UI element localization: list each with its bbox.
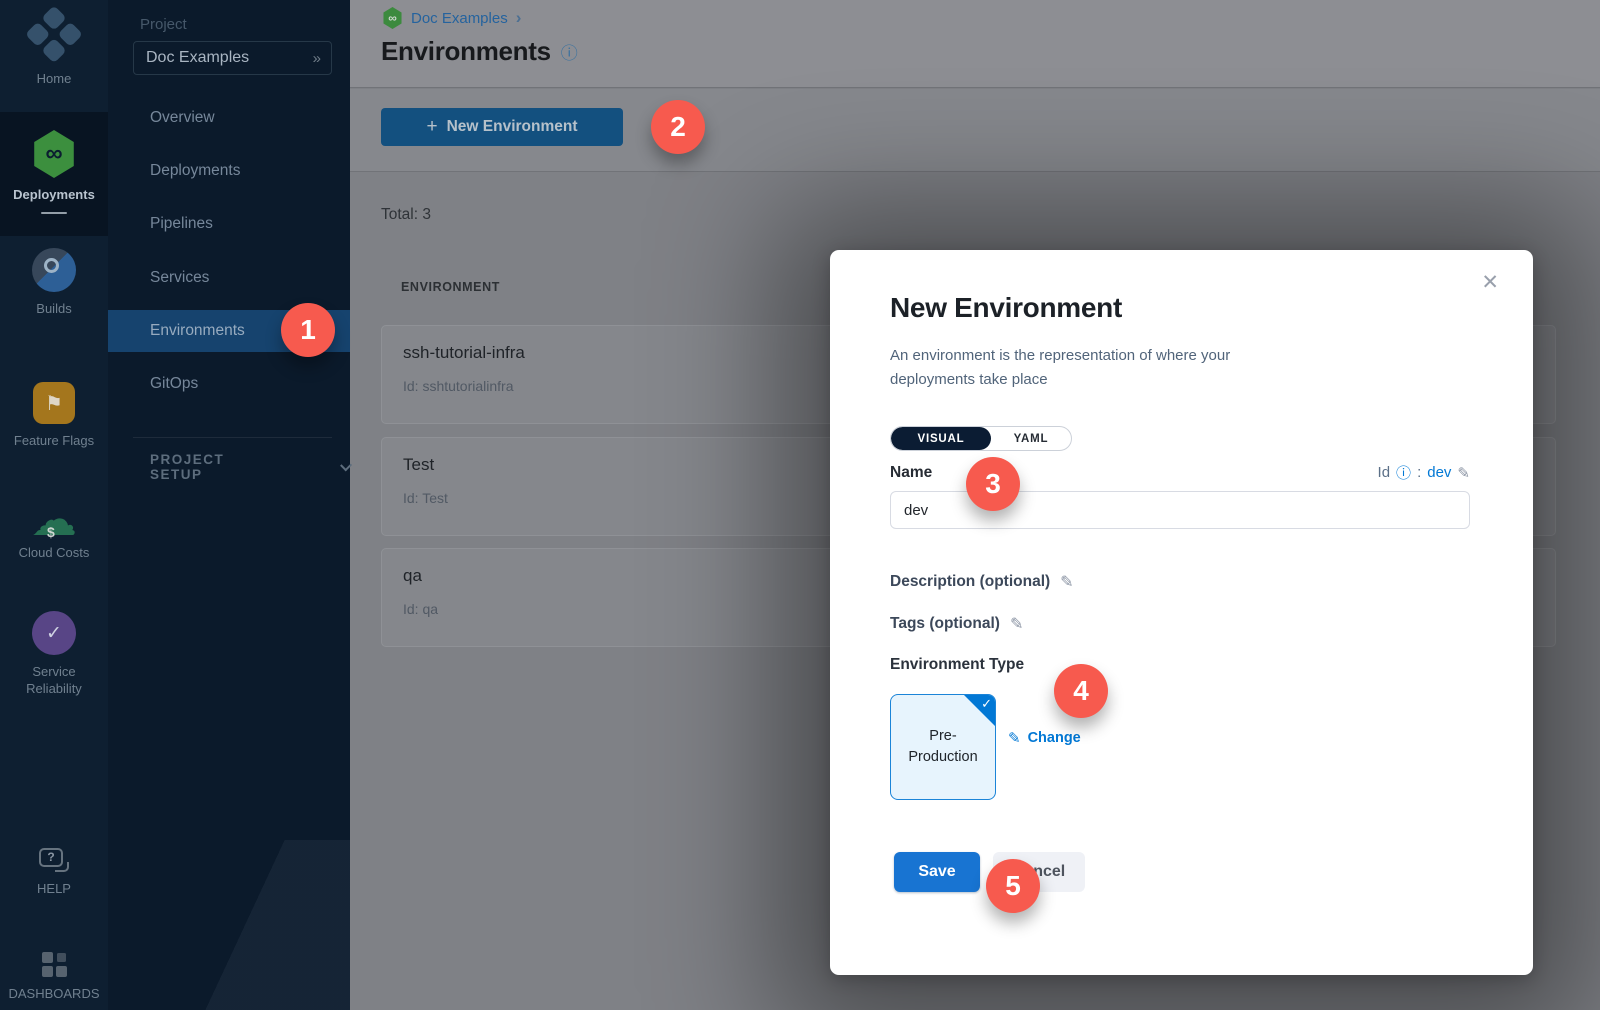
- rail-item-builds[interactable]: Builds: [0, 248, 108, 317]
- builds-icon: [32, 248, 76, 292]
- breadcrumb-separator-icon: ›: [516, 8, 522, 28]
- cloud-costs-icon: ☁$: [28, 500, 80, 542]
- new-environment-dialog: ✕ New Environment An environment is the …: [830, 250, 1533, 975]
- dialog-title: New Environment: [890, 292, 1122, 324]
- check-icon: ✓: [981, 696, 992, 712]
- annotation-badge-2: 2: [651, 100, 705, 154]
- app-screen: Home ∞ Deployments Builds ⚑ Feature Flag…: [0, 0, 1600, 1010]
- tab-visual[interactable]: VISUAL: [891, 427, 991, 450]
- tab-yaml[interactable]: YAML: [991, 427, 1071, 450]
- dashboards-icon: [42, 952, 67, 977]
- annotation-badge-1: 1: [281, 303, 335, 357]
- environment-id: Id: Test: [403, 490, 448, 506]
- dialog-subtitle: An environment is the representation of …: [890, 344, 1310, 392]
- expand-projects-icon: »: [313, 50, 319, 67]
- name-label: Name: [890, 464, 932, 482]
- environment-id: Id: qa: [403, 601, 438, 617]
- entity-id-line: Id ⓘ : dev ✎: [1378, 462, 1470, 483]
- change-env-type-link[interactable]: ✎ Change: [1008, 729, 1081, 747]
- project-selector[interactable]: Doc Examples »: [133, 41, 332, 75]
- environment-name: Test: [403, 455, 434, 475]
- help-icon: ?: [39, 848, 69, 872]
- rail-item-dashboards[interactable]: DASHBOARDS: [0, 952, 108, 1002]
- rail-item-home[interactable]: Home: [0, 14, 108, 87]
- edit-tags-icon[interactable]: ✎: [1010, 614, 1023, 634]
- edit-description-icon[interactable]: ✎: [1060, 572, 1073, 592]
- env-type-pre-production-card[interactable]: Pre-Production ✓: [890, 694, 996, 800]
- annotation-badge-4: 4: [1054, 664, 1108, 718]
- rail-item-label: Builds: [36, 300, 71, 317]
- environment-id: Id: sshtutorialinfra: [403, 378, 514, 394]
- rail-item-label: Home: [37, 70, 72, 87]
- page-header: ∞ Doc Examples › Environments ⓘ: [350, 0, 1600, 88]
- sidebar-item-overview[interactable]: Overview: [108, 97, 350, 139]
- sidebar-item-gitops[interactable]: GitOps: [108, 363, 350, 405]
- deployments-icon: ∞: [31, 130, 77, 178]
- info-icon[interactable]: ⓘ: [561, 39, 578, 64]
- id-value: dev: [1427, 464, 1451, 481]
- feature-flags-icon: ⚑: [33, 382, 75, 424]
- total-count: Total: 3: [381, 206, 431, 224]
- environment-type-label: Environment Type: [890, 656, 1024, 674]
- sidebar-item-pipelines[interactable]: Pipelines: [108, 203, 350, 245]
- deployments-module-icon: ∞: [382, 7, 403, 29]
- rail-item-feature-flags[interactable]: ⚑ Feature Flags: [0, 382, 108, 449]
- rail-item-cloud-costs[interactable]: ☁$ Cloud Costs: [0, 500, 108, 561]
- rail-item-label: Deployments: [13, 186, 95, 203]
- rail-item-help[interactable]: ? HELP: [0, 848, 108, 897]
- annotation-badge-5: 5: [986, 859, 1040, 913]
- sidebar-item-deployments[interactable]: Deployments: [108, 150, 350, 192]
- rail-item-service-reliability[interactable]: ✓ Service Reliability: [0, 611, 108, 697]
- project-sidebar: Project Doc Examples » Overview Deployme…: [108, 0, 350, 1010]
- breadcrumb-project-link[interactable]: Doc Examples: [411, 10, 508, 27]
- rail-item-label: Feature Flags: [14, 432, 94, 449]
- close-icon[interactable]: ✕: [1481, 270, 1499, 295]
- project-label: Project: [140, 16, 187, 33]
- save-button[interactable]: Save: [894, 852, 980, 892]
- service-reliability-icon: ✓: [32, 611, 76, 655]
- rail-item-deployments[interactable]: ∞ Deployments: [0, 112, 108, 236]
- annotation-badge-3: 3: [966, 457, 1020, 511]
- edit-pencil-icon: ✎: [1008, 729, 1021, 747]
- id-info-icon[interactable]: ⓘ: [1396, 462, 1411, 483]
- rail-item-label: DASHBOARDS: [8, 985, 99, 1002]
- page-title: Environments: [381, 36, 551, 67]
- environment-name: qa: [403, 566, 422, 586]
- module-rail: Home ∞ Deployments Builds ⚑ Feature Flag…: [0, 0, 108, 1010]
- env-type-value: Pre-Production: [903, 726, 983, 768]
- sidebar-item-services[interactable]: Services: [108, 257, 350, 299]
- rail-item-label: Service Reliability: [12, 663, 96, 697]
- project-setup-section[interactable]: PROJECT SETUP: [150, 452, 350, 482]
- visual-yaml-toggle: VISUAL YAML: [890, 426, 1072, 451]
- plus-icon: +: [426, 116, 437, 138]
- description-label: Description (optional): [890, 573, 1050, 591]
- edit-id-icon[interactable]: ✎: [1457, 464, 1470, 482]
- active-module-underline: [41, 212, 67, 214]
- rail-item-label: HELP: [37, 880, 71, 897]
- breadcrumb: ∞ Doc Examples ›: [382, 7, 521, 29]
- tags-label: Tags (optional): [890, 615, 1000, 633]
- home-icon: [24, 5, 83, 64]
- sidebar-divider: [133, 437, 332, 438]
- column-header-environment: ENVIRONMENT: [401, 280, 500, 294]
- environment-name: ssh-tutorial-infra: [403, 343, 525, 363]
- project-name: Doc Examples: [146, 49, 249, 67]
- new-environment-button[interactable]: + New Environment: [381, 108, 623, 146]
